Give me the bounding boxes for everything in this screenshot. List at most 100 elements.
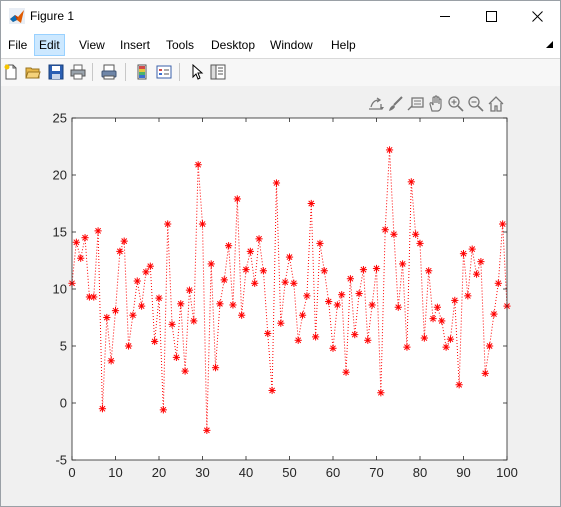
data-point-marker <box>138 302 146 310</box>
property-inspector-button[interactable] <box>208 62 228 82</box>
y-tick-label: 15 <box>53 225 67 240</box>
menu-file[interactable]: File <box>4 35 31 55</box>
pan-icon[interactable] <box>427 95 445 113</box>
x-tick-label: 50 <box>282 465 296 480</box>
data-point-marker <box>124 342 133 350</box>
brush-icon[interactable] <box>387 95 405 113</box>
minimize-button[interactable] <box>422 1 468 31</box>
menu-window[interactable]: Window <box>266 35 317 55</box>
data-point-marker <box>464 292 472 300</box>
data-point-marker <box>81 234 89 242</box>
insert-colorbar-icon <box>137 64 147 80</box>
toolbar-separator <box>92 63 93 81</box>
x-tick-label: 60 <box>326 465 340 480</box>
plot-axes[interactable]: 0 10 20 30 40 50 60 70 80 90 100-50510152025 <box>1 86 560 506</box>
data-point-marker <box>142 268 150 276</box>
data-point-marker <box>359 266 368 274</box>
close-button[interactable] <box>514 1 560 31</box>
expand-arrow-icon[interactable] <box>545 40 554 49</box>
figure-toolbar <box>1 58 560 87</box>
data-point-marker <box>120 237 128 245</box>
data-point-marker <box>151 337 159 346</box>
insert-legend-button[interactable] <box>154 62 174 82</box>
data-point-marker <box>172 353 180 361</box>
menu-desktop[interactable]: Desktop <box>207 35 259 55</box>
data-point-marker <box>494 279 502 287</box>
data-point-marker <box>146 262 154 270</box>
data-point-marker <box>451 296 459 304</box>
zoom-out-icon[interactable] <box>467 95 485 113</box>
data-point-marker <box>372 264 381 273</box>
data-point-marker <box>438 317 446 325</box>
maximize-icon <box>485 10 497 22</box>
data-point-marker <box>281 278 289 286</box>
data-point-marker <box>425 267 433 275</box>
menu-view[interactable]: View <box>75 35 109 55</box>
close-icon <box>531 10 543 22</box>
data-point-marker <box>399 260 407 268</box>
data-point-marker <box>325 297 333 306</box>
data-point-marker <box>198 220 207 228</box>
y-tick-label: 0 <box>60 396 67 411</box>
data-point-marker <box>490 310 498 318</box>
data-point-marker <box>238 311 246 319</box>
data-point-marker <box>111 307 120 315</box>
data-point-marker <box>420 334 428 342</box>
data-point-marker <box>407 178 415 186</box>
new-figure-button[interactable] <box>1 62 21 82</box>
menu-tools[interactable]: Tools <box>162 35 198 55</box>
matlab-logo-icon <box>9 8 25 24</box>
export-icon[interactable] <box>367 95 385 113</box>
data-point-marker <box>355 289 363 298</box>
open-file-button[interactable] <box>23 62 43 82</box>
data-point-marker <box>190 317 198 325</box>
data-point-marker <box>268 386 276 395</box>
x-tick-label: 70 <box>369 465 383 480</box>
data-tips-icon[interactable] <box>407 95 425 113</box>
data-point-marker <box>477 258 485 266</box>
data-point-marker <box>346 275 354 283</box>
insert-colorbar-button[interactable] <box>132 62 152 82</box>
x-tick-label: 0 <box>68 465 75 480</box>
data-point-marker <box>338 291 346 299</box>
data-point-marker <box>220 276 228 284</box>
y-tick-label: 20 <box>53 168 67 183</box>
print-button[interactable] <box>68 62 88 82</box>
data-point-marker <box>329 344 337 352</box>
data-point-marker <box>229 301 237 309</box>
data-point-marker <box>377 389 385 397</box>
y-tick-label: -5 <box>55 453 67 468</box>
data-point-marker <box>77 254 85 262</box>
data-point-marker <box>233 195 241 203</box>
data-point-marker <box>385 146 394 154</box>
data-point-marker <box>459 250 468 258</box>
new-figure-icon <box>4 64 17 80</box>
data-point-marker <box>211 364 220 372</box>
save-button[interactable] <box>46 62 66 82</box>
menu-help[interactable]: Help <box>327 35 360 55</box>
data-point-marker <box>290 279 298 287</box>
data-point-marker <box>225 242 233 250</box>
data-point-marker <box>133 277 141 285</box>
y-tick-label: 5 <box>60 339 67 354</box>
data-point-marker <box>342 368 350 376</box>
link-plot-button[interactable] <box>99 62 119 82</box>
edit-plot-button[interactable] <box>186 62 206 82</box>
data-point-marker <box>185 286 194 294</box>
figure-window: Figure 1 File Edit View Insert Tools Des… <box>0 0 561 507</box>
zoom-in-icon[interactable] <box>447 95 465 113</box>
data-point-marker <box>303 292 311 300</box>
menu-bar: File Edit View Insert Tools Desktop Wind… <box>1 31 560 58</box>
title-bar[interactable]: Figure 1 <box>1 1 560 31</box>
data-point-marker <box>320 267 328 275</box>
data-point-marker <box>298 311 307 319</box>
data-point-marker <box>390 230 398 238</box>
data-point-marker <box>98 405 107 413</box>
menu-insert[interactable]: Insert <box>116 35 154 55</box>
maximize-button[interactable] <box>468 1 514 31</box>
data-point-marker <box>107 357 115 365</box>
data-point-marker <box>155 294 163 302</box>
home-icon[interactable] <box>487 95 505 113</box>
menu-edit[interactable]: Edit <box>34 34 65 56</box>
property-inspector-icon <box>210 64 226 80</box>
